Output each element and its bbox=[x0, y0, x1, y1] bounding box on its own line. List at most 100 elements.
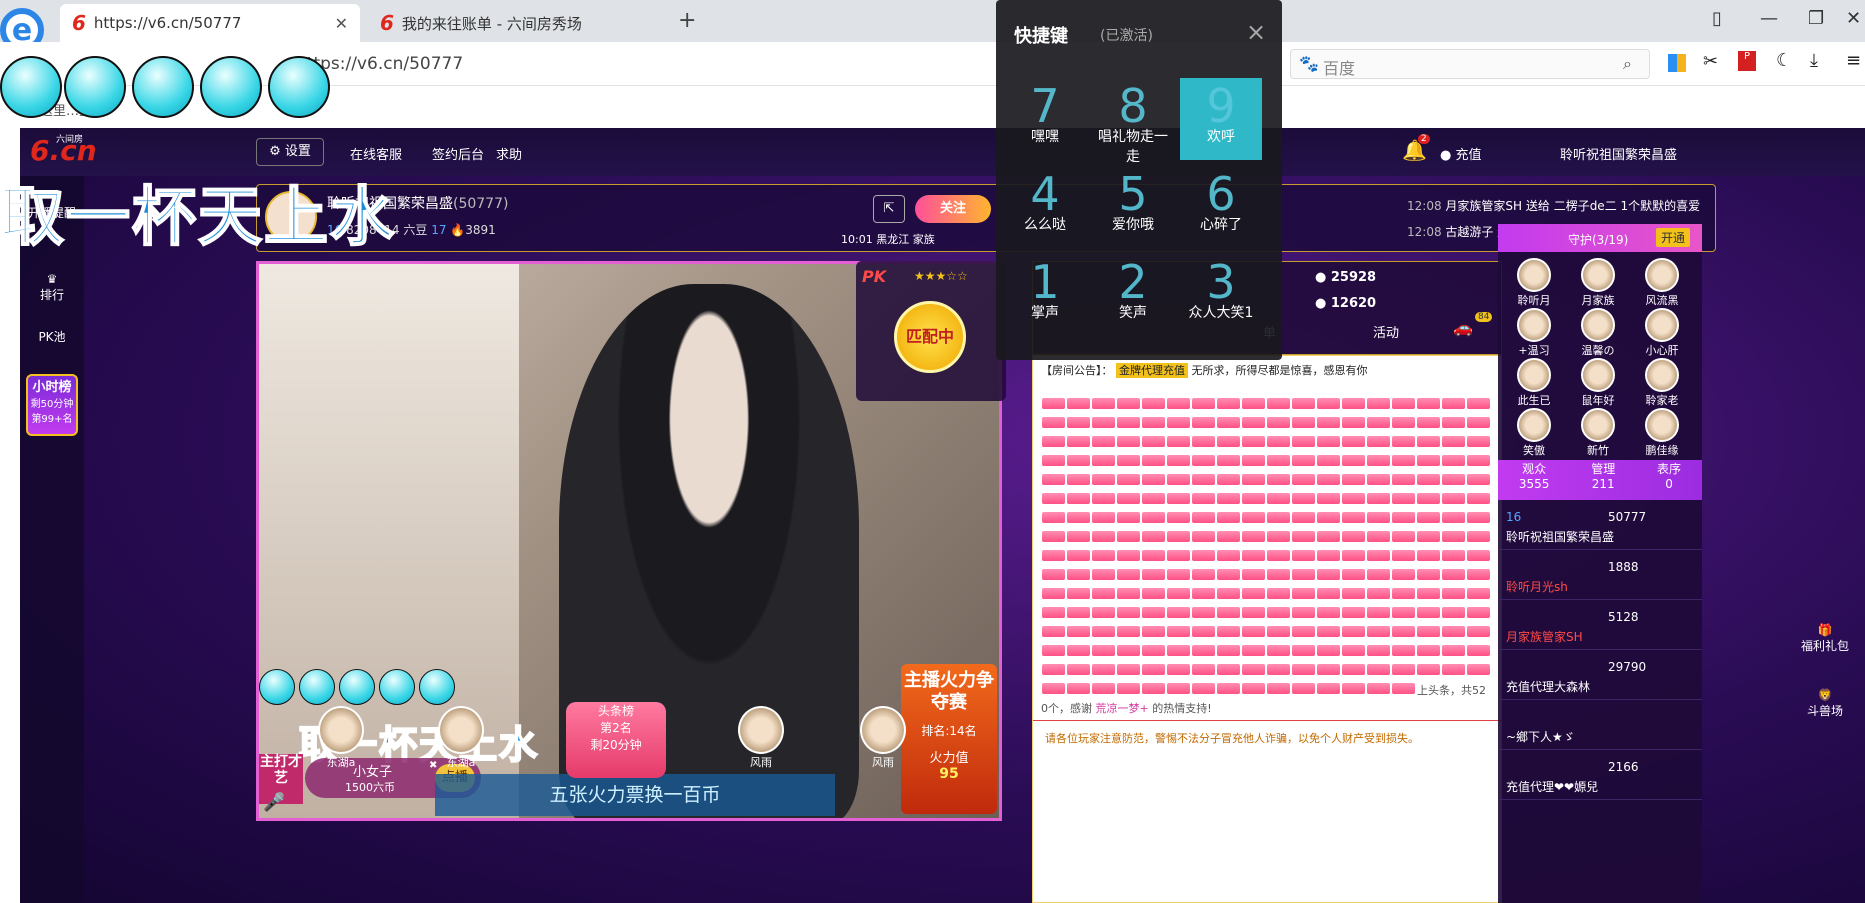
headline-tag bbox=[1042, 664, 1065, 675]
viewers-stat[interactable]: 观众 3555 bbox=[1519, 460, 1550, 500]
rank-item[interactable]: ♛ 排行 bbox=[20, 272, 84, 303]
user-link[interactable]: 聆听祝祖国繁荣昌盛 bbox=[1560, 144, 1677, 163]
guard-member[interactable]: 鼠年好 bbox=[1566, 358, 1630, 408]
viewers-label: 观众 bbox=[1522, 462, 1547, 476]
guard-avatar bbox=[1581, 308, 1615, 342]
headline-tag bbox=[1442, 588, 1465, 599]
guard-member[interactable]: 鹏佳缘 bbox=[1630, 408, 1694, 458]
quickkey-5[interactable]: 5 爱你哦 bbox=[1092, 166, 1174, 248]
user-row[interactable]: 5128 月家族管家SH bbox=[1498, 604, 1702, 650]
new-tab-icon[interactable]: + bbox=[678, 8, 696, 33]
arena-icon[interactable]: 🦁 斗兽场 bbox=[1790, 688, 1860, 719]
minimize-icon[interactable]: — bbox=[1760, 8, 1778, 29]
follow-button[interactable]: 关注 bbox=[915, 195, 991, 223]
mic-icon[interactable]: 🎤 bbox=[263, 792, 285, 813]
hour-rank-card[interactable]: 小时榜 剩50分钟 第99+名 bbox=[26, 374, 78, 436]
tab-v6[interactable]: 6 https://v6.cn/50777 ✕ bbox=[60, 4, 360, 42]
headline-tag bbox=[1392, 398, 1415, 409]
headline-tag bbox=[1092, 683, 1115, 694]
headline-tag bbox=[1092, 531, 1115, 542]
apps-icon[interactable] bbox=[1668, 54, 1686, 72]
guard-member[interactable]: 聆听月 bbox=[1502, 258, 1566, 308]
queue-stat[interactable]: 表序 0 bbox=[1657, 460, 1681, 500]
headline-tag bbox=[1367, 512, 1390, 523]
guard-member[interactable]: 新竹 bbox=[1566, 408, 1630, 458]
sign-link[interactable]: 签约后台 bbox=[432, 144, 484, 163]
headline-tag bbox=[1067, 493, 1090, 504]
headline-tag bbox=[1117, 531, 1140, 542]
settings-button[interactable]: ⚙ 设置 bbox=[256, 138, 324, 166]
quickkey-9[interactable]: 9 欢呼 bbox=[1180, 78, 1262, 160]
welfare-icon[interactable]: 🎁 福利礼包 bbox=[1790, 623, 1860, 654]
rank-user[interactable]: 风雨 bbox=[726, 706, 796, 770]
user-row[interactable]: 29790 充值代理大森林 bbox=[1498, 654, 1702, 700]
headline-tag bbox=[1392, 607, 1415, 618]
quickkey-6[interactable]: 6 心碎了 bbox=[1180, 166, 1262, 248]
restore-icon[interactable]: ▯ bbox=[1712, 8, 1722, 29]
headline-tag bbox=[1392, 588, 1415, 599]
rank-user[interactable]: 风雨 bbox=[848, 706, 918, 770]
headline-rank-card[interactable]: 头条榜 第2名 剩20分钟 bbox=[566, 702, 666, 778]
share-icon[interactable]: ⇱ bbox=[873, 195, 905, 223]
guard-open-button[interactable]: 开通 bbox=[1656, 228, 1691, 247]
search-icon[interactable]: ⌕ bbox=[1623, 54, 1632, 74]
thanks-user[interactable]: 荒凉一梦+ bbox=[1096, 702, 1149, 715]
tab-bill[interactable]: 6 我的来往账单 - 六间房秀场 bbox=[368, 4, 660, 42]
window-close-icon[interactable]: ✕ bbox=[1846, 8, 1861, 29]
user-row[interactable]: 16 50777 聆听祝祖国繁荣昌盛 bbox=[1498, 504, 1702, 550]
rank-user[interactable]: 东湖a bbox=[426, 706, 496, 770]
guard-member[interactable]: 温馨の bbox=[1566, 308, 1630, 358]
headline-tag bbox=[1217, 512, 1240, 523]
pk-pool-item[interactable]: PK池 bbox=[20, 328, 84, 345]
guard-avatar bbox=[1645, 358, 1679, 392]
night-mode-icon[interactable]: ☾ bbox=[1776, 50, 1792, 71]
guard-member[interactable]: 小心肝 bbox=[1630, 308, 1694, 358]
scissors-icon[interactable]: ✂ bbox=[1703, 51, 1718, 72]
headline-tag bbox=[1242, 626, 1265, 637]
maximize-icon[interactable]: ❐ bbox=[1808, 8, 1824, 29]
pdf-icon[interactable]: P bbox=[1738, 51, 1756, 71]
admins-label: 管理 bbox=[1591, 462, 1616, 476]
help-link[interactable]: 求助 bbox=[496, 144, 522, 163]
host-header: 聆听祝祖国繁荣昌盛(50777) 16 8208414 六豆 17 🔥3891 … bbox=[256, 184, 1716, 252]
admins-stat[interactable]: 管理 211 bbox=[1591, 460, 1615, 500]
service-link[interactable]: 在线客服 bbox=[350, 144, 402, 163]
quickkey-8[interactable]: 8 唱礼物走一走 bbox=[1092, 78, 1174, 165]
user-row[interactable]: 2166 充值代理❤❤嫄兒 bbox=[1498, 754, 1702, 800]
chat-box[interactable]: 【房间公告】： 金牌代理充值 无所求，所得尽都是惊喜，感恩有你 上头条，共52 … bbox=[1032, 355, 1503, 903]
rank-user[interactable]: 东湖a bbox=[306, 706, 376, 770]
bottom-rank-bar: 东湖a 东湖a 头条榜 第2名 剩20分钟 风雨 风雨 bbox=[256, 694, 1002, 794]
car-icon[interactable]: 🚗 bbox=[1453, 318, 1473, 337]
search-box[interactable]: 🐾 百度 ⌕ bbox=[1290, 49, 1650, 79]
guard-member[interactable]: 笑傲 bbox=[1502, 408, 1566, 458]
headline-tag bbox=[1167, 398, 1190, 409]
quickkey-2[interactable]: 2 笑声 bbox=[1092, 254, 1174, 336]
guard-member[interactable]: 聆家老 bbox=[1630, 358, 1694, 408]
recharge-link[interactable]: ● 充值 bbox=[1440, 144, 1482, 163]
user-row[interactable]: 1888 聆听月光sh bbox=[1498, 554, 1702, 600]
quickkey-1[interactable]: 1 掌声 bbox=[1004, 254, 1086, 336]
user-row[interactable]: ~鄉下人★ゞ bbox=[1498, 704, 1702, 750]
tab-activity[interactable]: 活动 bbox=[1373, 322, 1399, 341]
guard-member[interactable]: +温习 bbox=[1502, 308, 1566, 358]
headline-tag bbox=[1367, 607, 1390, 618]
headline-tag bbox=[1142, 607, 1165, 618]
headline-tag bbox=[1342, 645, 1365, 656]
popup-close-button[interactable]: × bbox=[1246, 18, 1266, 46]
menu-icon[interactable]: ≡ bbox=[1846, 50, 1861, 71]
settings-label: 设置 bbox=[284, 144, 311, 159]
quickkey-4[interactable]: 4 么么哒 bbox=[1004, 166, 1086, 248]
user-avatar bbox=[318, 706, 364, 754]
guard-member[interactable]: 风流黑 bbox=[1630, 258, 1694, 308]
quickkey-7[interactable]: 7 嘿嘿 bbox=[1004, 78, 1086, 160]
close-icon[interactable]: ✕ bbox=[335, 14, 348, 33]
guard-member[interactable]: 月家族 bbox=[1566, 258, 1630, 308]
headline-title: 头条榜 bbox=[597, 704, 634, 718]
pk-match-button[interactable]: 匹配中 bbox=[894, 301, 966, 373]
download-icon[interactable]: ⤓ bbox=[1810, 50, 1818, 71]
search-input[interactable]: 百度 bbox=[1323, 55, 1355, 79]
quickkey-3[interactable]: 3 众人大笑1 bbox=[1180, 254, 1262, 336]
headline-tag bbox=[1367, 474, 1390, 485]
guard-member[interactable]: 此生已 bbox=[1502, 358, 1566, 408]
headline-tag bbox=[1217, 531, 1240, 542]
